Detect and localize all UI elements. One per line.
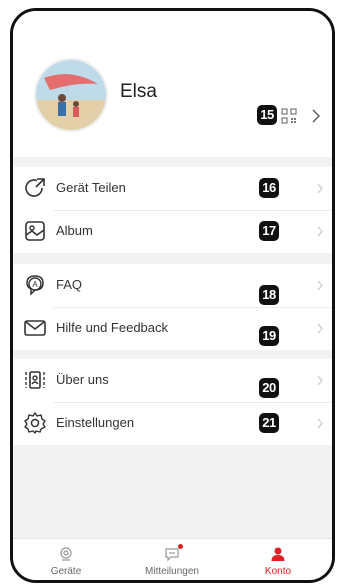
callout-badge-18: 18 (259, 285, 279, 305)
menu-group-2: A FAQ 18 Hilfe und Feedback 19 (13, 264, 332, 350)
menu-group-1: Gerät Teilen 16 Album 17 (13, 167, 332, 253)
faq-icon: A (26, 275, 44, 296)
menu-group-3: Über uns 20 Einstellungen 21 (13, 359, 332, 445)
menu-item-label: Gerät Teilen (56, 180, 126, 195)
chevron-right-icon (317, 323, 323, 334)
message-icon (165, 548, 179, 562)
chevron-right-icon (317, 418, 323, 429)
callout-badge-19: 19 (259, 326, 279, 346)
gear-icon (24, 412, 46, 434)
album-icon (25, 221, 45, 241)
about-icon (25, 371, 45, 389)
menu-item-label: Hilfe und Feedback (56, 320, 169, 335)
callout-badge-20: 20 (259, 378, 279, 398)
tab-konto[interactable]: Konto (225, 539, 331, 580)
person-icon (271, 547, 285, 561)
menu-item-label: FAQ (56, 277, 83, 292)
avatar[interactable] (34, 58, 108, 132)
menu-item-faq[interactable]: A FAQ 18 (13, 264, 332, 307)
username: Elsa (120, 81, 157, 102)
profile-chevron-icon[interactable] (311, 108, 321, 124)
menu-item-label: Album (56, 223, 93, 238)
callout-badge-17: 17 (259, 221, 279, 241)
menu-item-label: Einstellungen (56, 415, 135, 430)
chevron-right-icon (317, 226, 323, 237)
menu-item-hilfe-feedback[interactable]: Hilfe und Feedback 19 (13, 307, 332, 350)
mail-icon (24, 320, 46, 336)
callout-badge-16: 16 (259, 178, 279, 198)
menu-item-geraet-teilen[interactable]: Gerät Teilen 16 (13, 167, 332, 210)
tab-mitteilungen[interactable]: Mitteilungen (119, 539, 225, 580)
menu-item-label: Über uns (56, 372, 109, 387)
menu-item-album[interactable]: Album 17 (13, 210, 332, 253)
device-icon (60, 547, 72, 561)
phone-frame: Elsa 15 Gerät Teilen 16 Album 17 A FAQ 1… (10, 8, 335, 583)
callout-badge-15: 15 (257, 105, 277, 125)
tab-label: Konto (264, 566, 292, 577)
svg-text:A: A (32, 280, 38, 289)
tab-geraete[interactable]: Geräte (13, 539, 119, 580)
chevron-right-icon (317, 183, 323, 194)
chevron-right-icon (317, 280, 323, 291)
qr-code-icon[interactable] (281, 108, 297, 124)
unread-dot (178, 544, 183, 549)
tab-label: Geräte (50, 566, 82, 577)
callout-badge-21: 21 (259, 413, 279, 433)
menu-item-einstellungen[interactable]: Einstellungen 21 (13, 402, 332, 445)
chevron-right-icon (317, 375, 323, 386)
tab-label: Mitteilungen (145, 566, 199, 577)
menu-item-ueber-uns[interactable]: Über uns 20 (13, 359, 332, 402)
profile-header[interactable]: Elsa 15 (13, 11, 332, 157)
share-arrow-icon (25, 178, 45, 197)
bottom-tab-bar: Geräte Mitteilungen Konto (13, 538, 332, 580)
